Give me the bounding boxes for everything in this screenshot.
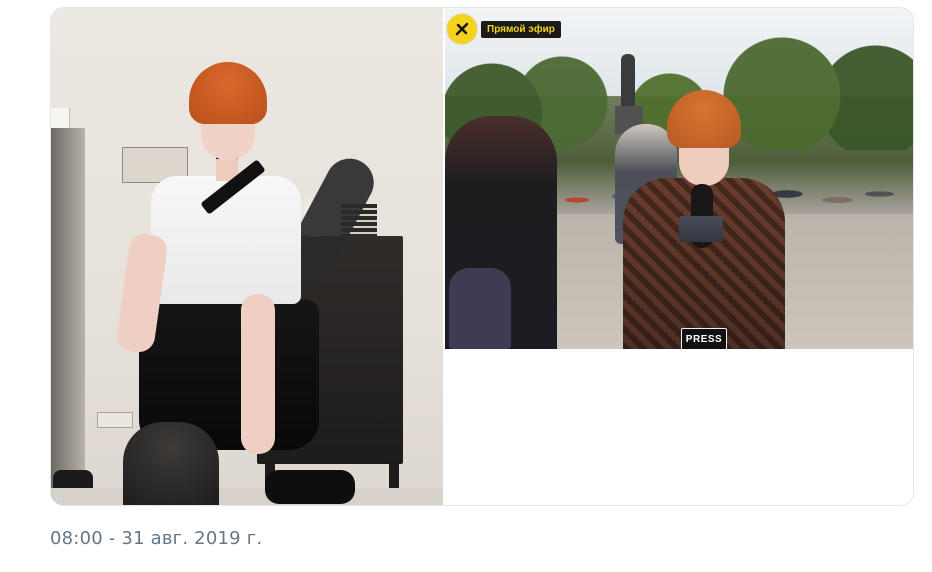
person-shoe — [265, 470, 355, 504]
microphone-flag — [679, 216, 723, 242]
wall-outlet — [97, 412, 133, 428]
right-photo[interactable]: PRESS Прямой эфир — [445, 8, 913, 349]
person-lower-leg — [123, 422, 219, 505]
tweet-media-card: PRESS Прямой эфир — [50, 7, 914, 506]
live-label: Прямой эфир — [481, 20, 561, 38]
floor — [51, 488, 443, 505]
tweet-page: PRESS Прямой эфир 08:00 - 31 авг. 2019 г… — [0, 0, 932, 572]
wall-shadow — [51, 128, 85, 505]
lightning-icon — [447, 14, 477, 44]
press-badge: PRESS — [681, 328, 727, 349]
tweet-timestamp-link[interactable]: 08:00 - 31 авг. 2019 г. — [50, 528, 262, 549]
left-photo[interactable] — [51, 8, 443, 505]
live-broadcast-badge: Прямой эфир — [447, 14, 561, 44]
person-hair — [189, 62, 267, 124]
media-empty-area — [445, 349, 913, 505]
backpack — [449, 268, 511, 349]
person-right-arm — [241, 294, 275, 454]
